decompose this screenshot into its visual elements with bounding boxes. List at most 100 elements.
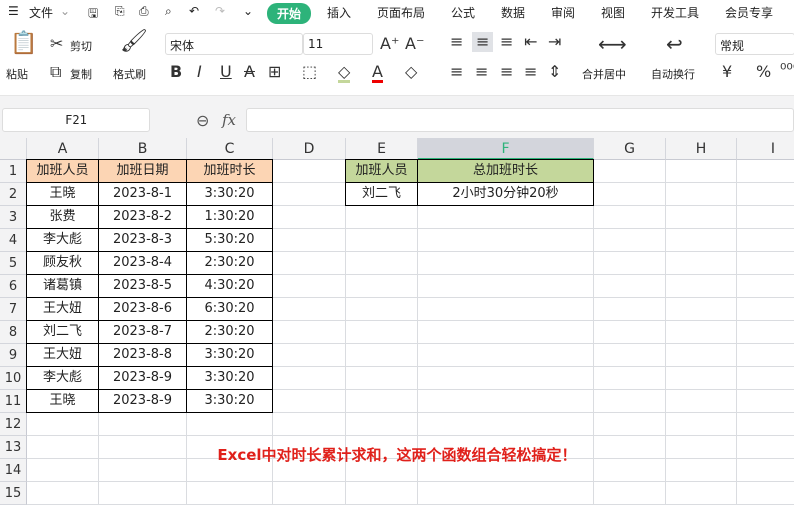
column-header-F[interactable]: F: [418, 138, 594, 160]
cell[interactable]: 顾友秋: [26, 251, 99, 275]
cell[interactable]: [666, 344, 737, 367]
cell[interactable]: [666, 390, 737, 413]
file-menu[interactable]: 文件: [29, 4, 53, 21]
cell[interactable]: [346, 252, 418, 275]
cell[interactable]: [737, 183, 794, 206]
tab-page-layout[interactable]: 页面布局: [377, 4, 425, 21]
increase-font-icon[interactable]: A⁺: [380, 36, 399, 52]
cell[interactable]: 王大妞: [26, 297, 99, 321]
cell[interactable]: [346, 413, 418, 436]
cell[interactable]: [594, 413, 666, 436]
cell[interactable]: [737, 206, 794, 229]
cell[interactable]: [737, 229, 794, 252]
cell[interactable]: 2023-8-8: [98, 343, 187, 367]
cell[interactable]: [346, 390, 418, 413]
cell[interactable]: [346, 321, 418, 344]
cell[interactable]: 2023-8-1: [98, 182, 187, 206]
cell[interactable]: [273, 321, 346, 344]
cell[interactable]: [666, 413, 737, 436]
row-header-11[interactable]: 11: [0, 390, 27, 413]
format-painter-button[interactable]: 格式刷: [113, 66, 146, 82]
cell[interactable]: [346, 229, 418, 252]
eraser-icon[interactable]: ◇: [405, 64, 417, 80]
cell[interactable]: [737, 321, 794, 344]
wrap-icon[interactable]: ↩: [666, 34, 683, 54]
cell[interactable]: [737, 344, 794, 367]
column-header-H[interactable]: H: [666, 138, 737, 160]
tab-view[interactable]: 视图: [601, 4, 625, 21]
undo-icon[interactable]: ↶: [189, 4, 199, 18]
name-box[interactable]: F21: [2, 108, 150, 132]
select-all-corner[interactable]: [0, 138, 27, 160]
cell[interactable]: [418, 252, 594, 275]
column-header-D[interactable]: D: [273, 138, 346, 160]
cell[interactable]: [666, 183, 737, 206]
cell[interactable]: [273, 183, 346, 206]
cell[interactable]: 2023-8-3: [98, 228, 187, 252]
cell[interactable]: 王晓: [26, 389, 99, 413]
cell[interactable]: [27, 482, 99, 505]
wrap-text-button[interactable]: 自动换行: [651, 66, 695, 82]
cell[interactable]: [737, 367, 794, 390]
cell[interactable]: [666, 367, 737, 390]
cell[interactable]: [273, 229, 346, 252]
paste-button[interactable]: 粘贴: [6, 66, 28, 82]
copy-icon[interactable]: ⧉: [50, 64, 61, 80]
row-header-9[interactable]: 9: [0, 344, 27, 367]
row-header-1[interactable]: 1: [0, 160, 27, 183]
cell[interactable]: 诸葛镇: [26, 274, 99, 298]
tab-review[interactable]: 审阅: [551, 4, 575, 21]
row-header-15[interactable]: 15: [0, 482, 27, 505]
cell[interactable]: [418, 206, 594, 229]
column-header-G[interactable]: G: [594, 138, 666, 160]
cell[interactable]: [666, 252, 737, 275]
align-bottom-icon[interactable]: ≡: [500, 34, 513, 50]
increase-indent-icon[interactable]: ⇥: [548, 34, 561, 50]
cell[interactable]: [346, 206, 418, 229]
redo-icon[interactable]: ↷: [215, 4, 225, 18]
cell[interactable]: [737, 413, 794, 436]
cell[interactable]: [273, 160, 346, 183]
cell[interactable]: [418, 298, 594, 321]
row-header-2[interactable]: 2: [0, 183, 27, 206]
cell[interactable]: [418, 275, 594, 298]
cell-style-icon[interactable]: ⬚: [302, 64, 317, 80]
cell[interactable]: [666, 206, 737, 229]
cell[interactable]: 李大彪: [26, 228, 99, 252]
cell[interactable]: [594, 206, 666, 229]
row-header-12[interactable]: 12: [0, 413, 27, 436]
distribute-icon[interactable]: ⇕: [548, 64, 561, 80]
more-icon[interactable]: ⌄: [243, 4, 253, 18]
cell[interactable]: 2023-8-9: [98, 366, 187, 390]
cell[interactable]: [346, 275, 418, 298]
cell[interactable]: [418, 367, 594, 390]
row-header-4[interactable]: 4: [0, 229, 27, 252]
bold-icon[interactable]: B: [170, 64, 182, 80]
fx-icon[interactable]: fx: [222, 111, 236, 129]
scissors-icon[interactable]: ✂: [50, 36, 63, 52]
cell[interactable]: [737, 390, 794, 413]
print-preview-icon[interactable]: ⌕: [165, 4, 172, 19]
align-center-icon[interactable]: ≡: [475, 64, 488, 80]
cell[interactable]: [418, 390, 594, 413]
cell[interactable]: [346, 367, 418, 390]
align-right-icon[interactable]: ≡: [500, 64, 513, 80]
cell[interactable]: 4:30:20: [186, 274, 273, 298]
align-left-icon[interactable]: ≡: [450, 64, 463, 80]
copy-button[interactable]: 复制: [70, 66, 92, 82]
format-painter-icon[interactable]: 🖌: [120, 31, 148, 53]
cell[interactable]: [99, 482, 187, 505]
cell[interactable]: 2:30:20: [186, 251, 273, 275]
italic-icon[interactable]: I: [197, 64, 202, 80]
decrease-font-icon[interactable]: A⁻: [405, 36, 424, 52]
print-icon[interactable]: ⎙: [139, 4, 149, 19]
cell[interactable]: 李大彪: [26, 366, 99, 390]
cell[interactable]: 3:30:20: [186, 366, 273, 390]
cell[interactable]: 张费: [26, 205, 99, 229]
cell[interactable]: 3:30:20: [186, 389, 273, 413]
cell[interactable]: [594, 298, 666, 321]
cell[interactable]: 2:30:20: [186, 320, 273, 344]
fill-color-icon[interactable]: ◇: [338, 64, 351, 83]
paste-icon[interactable]: 📋: [10, 33, 37, 55]
cell[interactable]: [273, 275, 346, 298]
